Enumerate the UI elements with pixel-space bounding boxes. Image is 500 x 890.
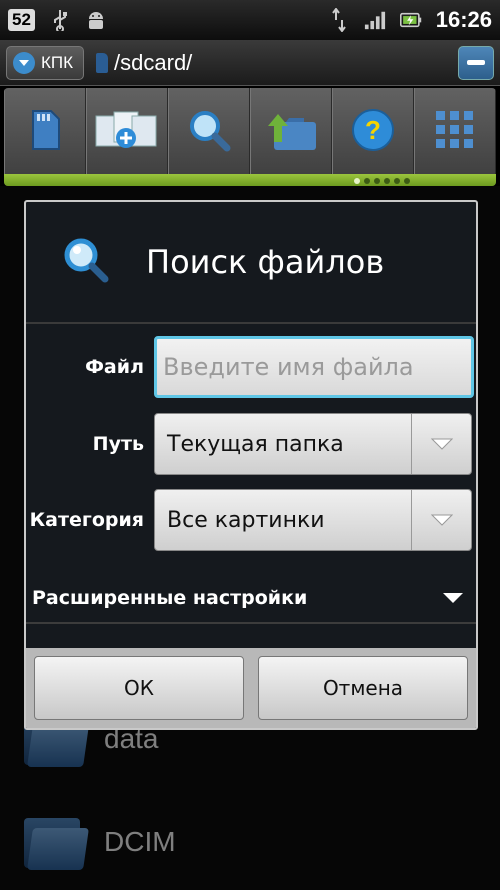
current-path-text: /sdcard/ <box>114 49 193 75</box>
page-dot <box>354 178 360 184</box>
cancel-button[interactable]: Отмена <box>258 656 468 720</box>
search-button[interactable] <box>168 88 250 176</box>
toolbar: ? <box>4 88 496 186</box>
help-icon: ? <box>351 108 395 156</box>
help-button[interactable]: ? <box>332 88 414 176</box>
collapse-toolbar-button[interactable] <box>458 45 494 80</box>
page-dot <box>394 178 400 184</box>
up-folder-button[interactable] <box>250 88 332 176</box>
file-name-row: Файл <box>26 336 476 398</box>
chevron-down-icon <box>442 589 464 608</box>
category-label: Категория <box>29 509 144 531</box>
battery-icon <box>399 9 422 31</box>
chevron-down-icon <box>411 414 471 474</box>
grid-view-button[interactable] <box>414 88 496 176</box>
search-icon <box>187 108 231 156</box>
signal-icon <box>364 9 386 31</box>
advanced-settings-label: Расширенные настройки <box>32 587 308 609</box>
sd-card-icon <box>96 52 109 73</box>
android-debug-icon <box>85 9 107 31</box>
chevron-down-icon <box>13 51 35 74</box>
sd-card-button[interactable] <box>4 88 86 176</box>
status-bar: 52 16:26 <box>0 0 500 40</box>
dialog-header: Поиск файлов <box>26 202 476 324</box>
search-dialog: Поиск файлов Файл Путь Текущая папка Кат… <box>24 200 478 730</box>
multi-select-button[interactable] <box>86 88 168 176</box>
storage-selector-button[interactable]: КПК <box>6 45 85 80</box>
notification-count-badge: 52 <box>8 9 35 31</box>
file-label: Файл <box>85 356 144 378</box>
grid-view-icon <box>434 109 476 155</box>
divider <box>26 622 476 624</box>
path-row: Путь Текущая папка <box>26 413 476 475</box>
path-dropdown[interactable]: Текущая папка <box>154 413 472 475</box>
page-dot <box>404 178 410 184</box>
data-transfer-icon <box>328 8 350 32</box>
advanced-settings-toggle[interactable]: Расширенные настройки <box>26 574 476 622</box>
storage-selector-label: КПК <box>41 52 74 72</box>
usb-icon <box>49 9 71 31</box>
path-bar: КПК /sdcard/ <box>0 40 500 86</box>
sd-card-icon <box>29 109 61 155</box>
clock: 16:26 <box>435 7 492 32</box>
page-indicator <box>354 178 410 184</box>
ok-button[interactable]: ОК <box>34 656 244 720</box>
dialog-button-bar: ОК Отмена <box>26 648 476 728</box>
category-dropdown-value: Все картинки <box>167 507 325 533</box>
search-icon <box>62 236 110 288</box>
multi-select-icon <box>94 108 160 156</box>
current-path: /sdcard/ <box>96 50 192 76</box>
page-dot <box>364 178 370 184</box>
page-dot <box>374 178 380 184</box>
path-dropdown-value: Текущая папка <box>167 431 344 457</box>
dialog-title: Поиск файлов <box>146 243 385 281</box>
svg-text:?: ? <box>365 115 381 145</box>
page-dot <box>384 178 390 184</box>
file-name-input[interactable] <box>154 336 474 398</box>
up-folder-icon <box>264 108 318 156</box>
category-row: Категория Все картинки <box>26 489 476 551</box>
toolbar-accent-strip <box>4 174 496 186</box>
chevron-down-icon <box>411 490 471 550</box>
path-label: Путь <box>92 433 144 455</box>
category-dropdown[interactable]: Все картинки <box>154 489 472 551</box>
minus-icon <box>467 60 485 65</box>
